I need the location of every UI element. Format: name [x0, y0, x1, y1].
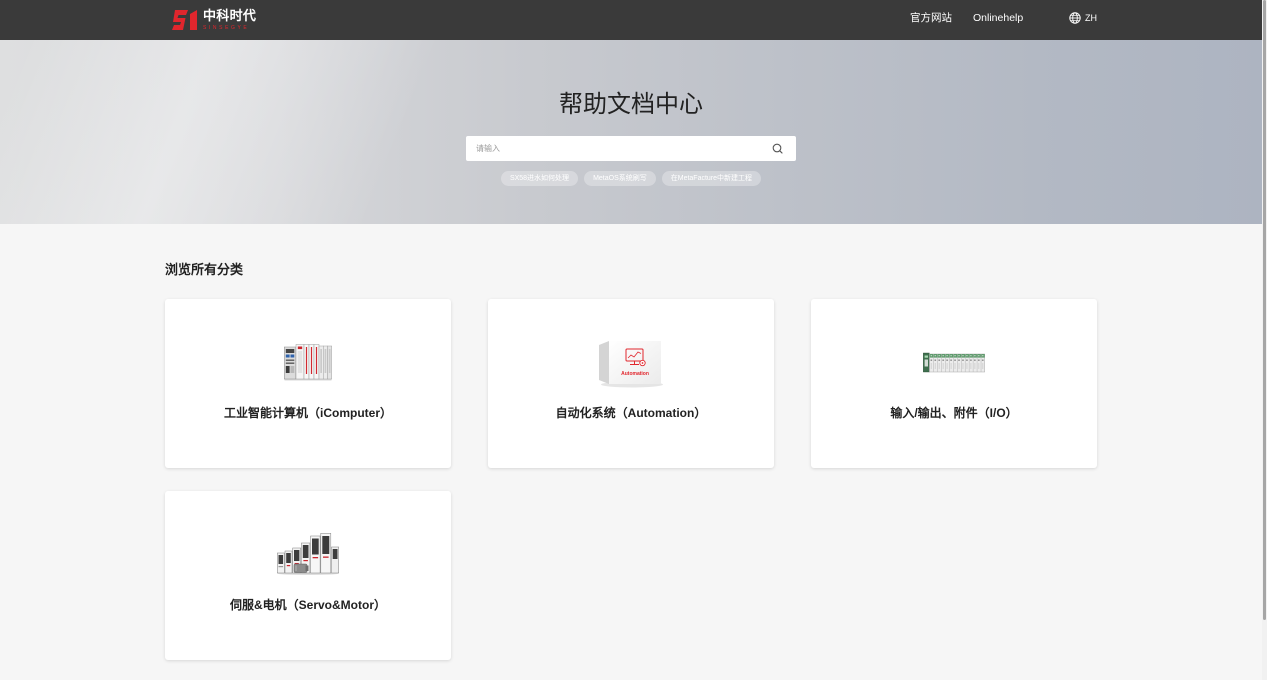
card-media: [165, 332, 451, 392]
hero-banner: 帮助文档中心 SX58进水如何处理 MetaOS系统刷写 在MetaFactur…: [0, 40, 1262, 224]
tag-item[interactable]: 在MetaFacture中新建工程: [661, 171, 762, 186]
category-label: 输入/输出、附件（I/O）: [890, 406, 1018, 420]
category-card-icomputer[interactable]: 工业智能计算机（iComputer）: [165, 299, 451, 468]
nav-link-official-site[interactable]: 官方网站: [910, 0, 952, 36]
icomputer-product-image: [284, 344, 332, 381]
card-media: Automation: [488, 332, 774, 392]
search-box: [466, 136, 796, 161]
page-scrollbar[interactable]: [1262, 0, 1267, 680]
automation-box-label: Automation: [621, 371, 649, 377]
section-title: 浏览所有分类: [165, 262, 244, 277]
category-card-servo-motor[interactable]: 伺服&电机（Servo&Motor）: [165, 491, 451, 660]
tag-item[interactable]: SX58进水如何处理: [500, 171, 579, 186]
language-label: ZH: [1085, 13, 1097, 23]
nav-link-onlinehelp[interactable]: Onlinehelp: [973, 0, 1023, 36]
company-logo[interactable]: 中科时代 SINSEGYE: [172, 8, 256, 32]
category-label: 自动化系统（Automation）: [555, 406, 707, 420]
language-switcher[interactable]: ZH: [1069, 0, 1097, 36]
scrollbar-thumb[interactable]: [1263, 0, 1266, 620]
card-media: [165, 524, 451, 584]
servo-motor-image: [277, 533, 339, 575]
top-nav: 中科时代 SINSEGYE 官方网站 Onlinehelp ZH: [0, 0, 1262, 40]
category-label: 工业智能计算机（iComputer）: [223, 406, 392, 420]
search-button[interactable]: [772, 143, 783, 154]
io-modules-image: [923, 352, 985, 372]
automation-box-image: Automation: [599, 341, 663, 388]
logo-text: 中科时代 SINSEGYE: [203, 8, 256, 31]
tag-item[interactable]: MetaOS系统刷写: [584, 171, 656, 186]
hot-search-tags: SX58进水如何处理 MetaOS系统刷写 在MetaFacture中新建工程: [0, 171, 1262, 186]
globe-icon: [1069, 12, 1081, 24]
category-card-automation[interactable]: Automation 自动化系统（Automation）: [488, 299, 774, 468]
search-icon: [772, 143, 783, 154]
logo-subtext: SINSEGYE: [203, 25, 250, 31]
category-label: 伺服&电机（Servo&Motor）: [229, 598, 386, 612]
page-viewport: 中科时代 SINSEGYE 官方网站 Onlinehelp ZH 帮助文档中心: [0, 0, 1262, 680]
category-card-io[interactable]: 输入/输出、附件（I/O）: [811, 299, 1097, 468]
card-media: [811, 332, 1097, 392]
logo-mark-icon: [172, 10, 197, 30]
category-grid: 工业智能计算机（iComputer） Automation 自动化系统（Auto…: [165, 299, 1097, 660]
logo-name: 中科时代: [203, 8, 257, 23]
page-title: 帮助文档中心: [559, 91, 703, 118]
search-input[interactable]: [466, 136, 766, 161]
